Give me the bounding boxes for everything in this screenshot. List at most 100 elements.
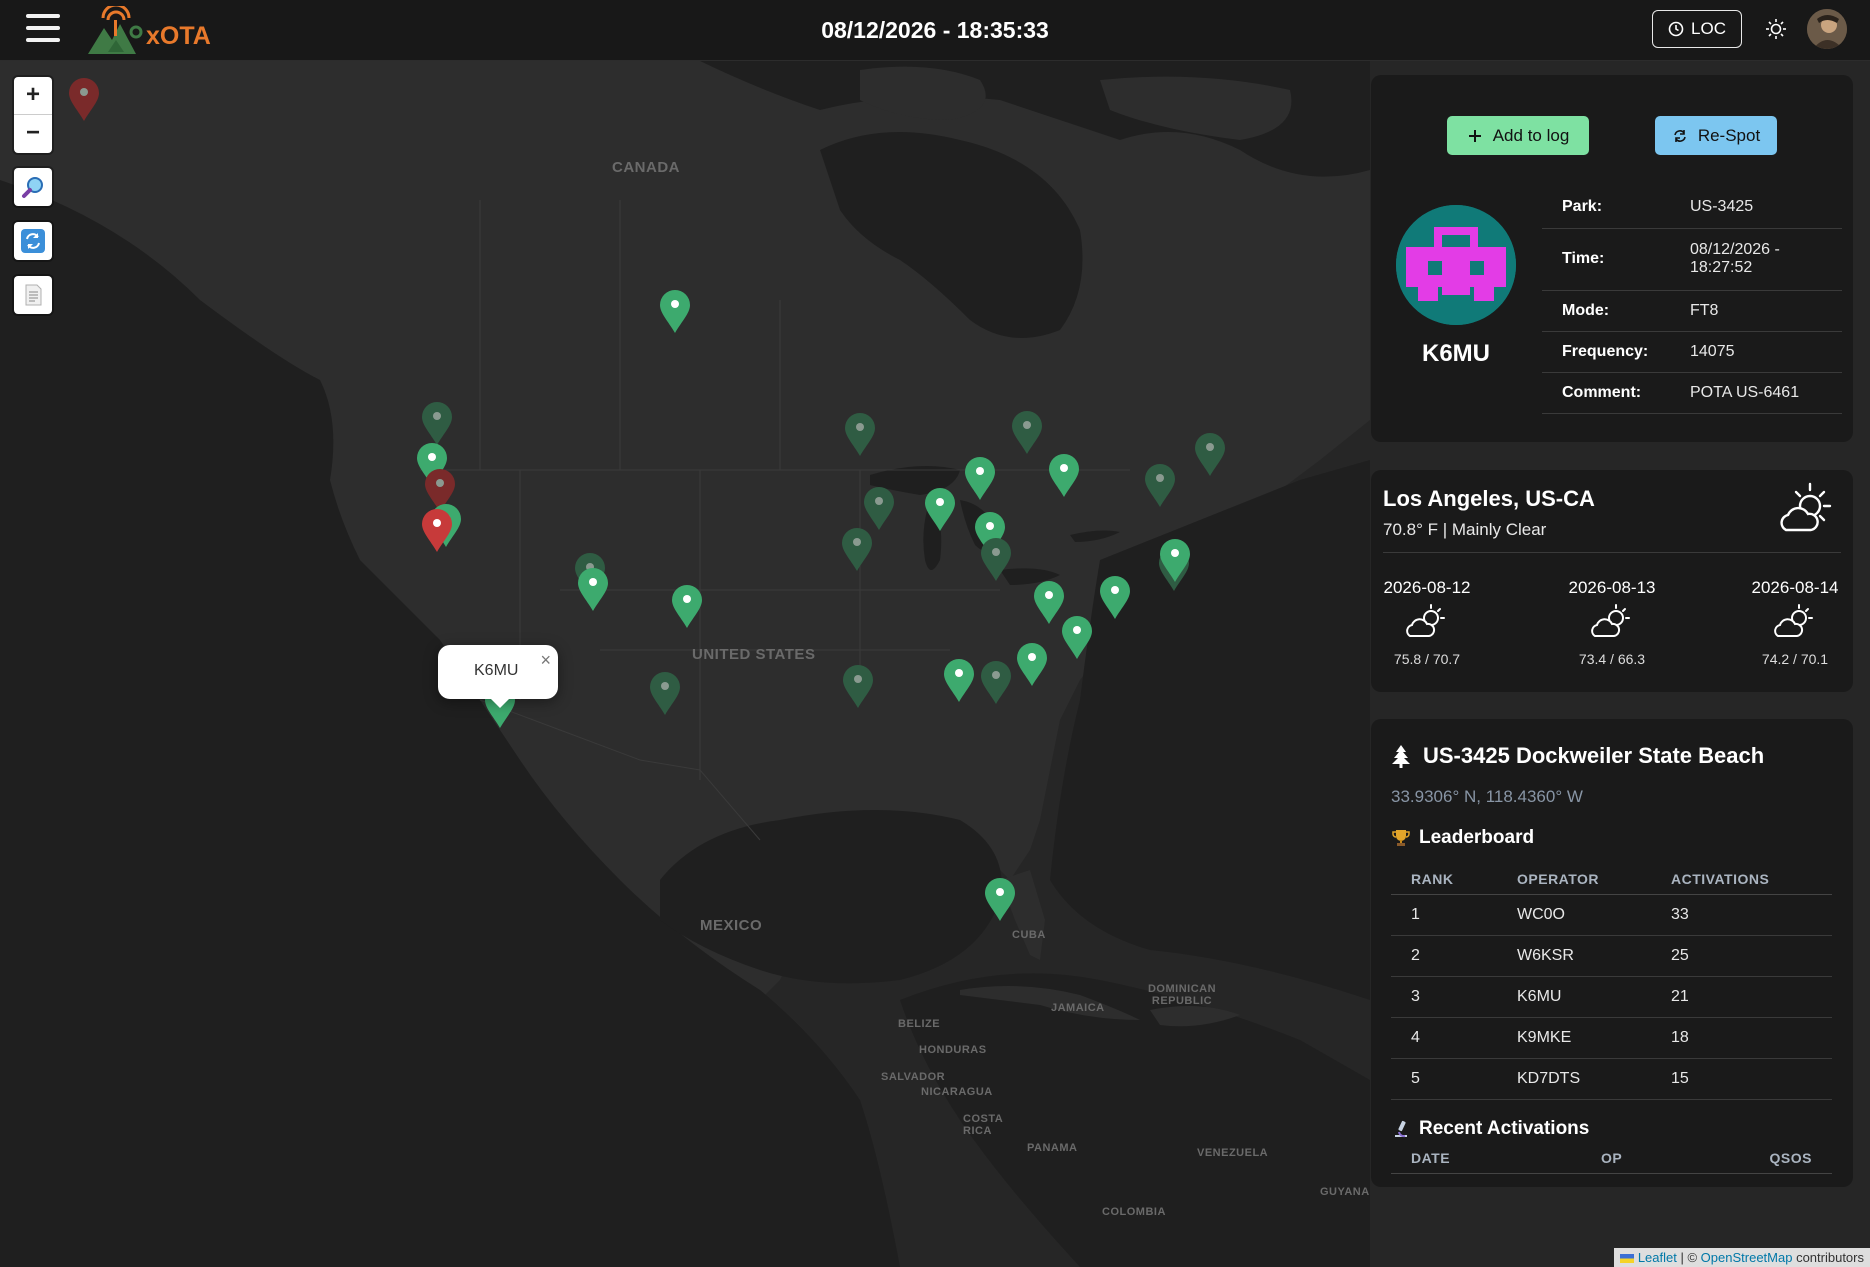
map-pin-icon[interactable] xyxy=(983,877,1017,923)
osm-link[interactable]: OpenStreetMap xyxy=(1701,1250,1793,1265)
park-coords: 33.9306° N, 118.4360° W xyxy=(1391,787,1583,806)
map-pin-icon[interactable] xyxy=(979,660,1013,706)
popup-close-icon[interactable]: × xyxy=(540,650,551,671)
map-pin-icon[interactable] xyxy=(1060,615,1094,661)
refresh-arrows-icon xyxy=(1674,129,1686,142)
info-value: FT8 xyxy=(1672,290,1842,332)
column-header-op: OP xyxy=(1581,1143,1688,1174)
info-key: Time: xyxy=(1542,228,1672,291)
theme-toggle-sun-icon[interactable] xyxy=(1763,16,1789,42)
recent-activations-heading: Recent Activations xyxy=(1391,1118,1589,1140)
column-header-date: DATE xyxy=(1391,1143,1581,1174)
map-pin-icon[interactable] xyxy=(1047,453,1081,499)
attribution-separator: | © xyxy=(1676,1250,1701,1265)
utc-clock: 08/12/2026 - 18:35:33 xyxy=(821,17,1049,43)
loc-button[interactable]: LOC xyxy=(1652,10,1742,48)
map-pin-icon[interactable] xyxy=(979,537,1013,583)
add-to-log-label: Add to log xyxy=(1492,125,1570,145)
activations-cell: 15 xyxy=(1651,1058,1832,1100)
map-pin-icon[interactable] xyxy=(1010,410,1044,456)
column-header-qsos: QSOS xyxy=(1687,1143,1832,1174)
menu-icon[interactable] xyxy=(26,14,60,44)
search-button[interactable] xyxy=(14,168,52,206)
map-pin-icon[interactable] xyxy=(1158,538,1192,584)
info-value: POTA US-6461 xyxy=(1672,372,1842,414)
attribution-suffix: contributors xyxy=(1792,1250,1864,1265)
brand-name: xOTA xyxy=(146,22,211,50)
spot-info-table: Park: US-3425 Time: 08/12/2026 - 18:27:52 … xyxy=(1542,187,1842,414)
map-pin-icon[interactable] xyxy=(1143,463,1177,509)
park-panel: US-3425 Dockweiler State Beach 33.9306° … xyxy=(1371,719,1853,1187)
leaderboard-table: RANK OPERATOR ACTIVATIONS 1 WC0O 33 2 W6KSR… xyxy=(1391,864,1832,1100)
info-value: US-3425 xyxy=(1672,187,1842,229)
log-button[interactable] xyxy=(14,276,52,314)
refresh-button[interactable] xyxy=(14,222,52,260)
operator-cell: W6KSR xyxy=(1497,935,1651,977)
forecast-date: 2026-08-14 xyxy=(1751,578,1839,597)
map-pin-icon[interactable] xyxy=(843,412,877,458)
tree-icon xyxy=(1392,745,1410,768)
forecast-date: 2026-08-13 xyxy=(1568,578,1656,597)
partly-cloudy-icon xyxy=(1774,604,1813,637)
map-pin-icon[interactable] xyxy=(1193,432,1227,478)
table-row: 2 W6KSR 25 xyxy=(1391,935,1832,977)
refresh-icon xyxy=(21,229,45,253)
info-key: Comment: xyxy=(1542,372,1672,414)
trophy-icon xyxy=(1392,830,1410,846)
rank-cell: 2 xyxy=(1391,935,1497,977)
info-row-mode: Mode: FT8 xyxy=(1542,290,1842,332)
map-pin-icon[interactable] xyxy=(963,456,997,502)
forecast-date: 2026-08-12 xyxy=(1383,578,1471,597)
info-row-park: Park: US-3425 xyxy=(1542,187,1842,229)
map-pin-icon[interactable] xyxy=(1015,642,1049,688)
operator-cell: KD7DTS xyxy=(1497,1058,1651,1100)
map-pin-icon[interactable] xyxy=(1098,575,1132,621)
map-pin-icon[interactable] xyxy=(923,487,957,533)
document-icon xyxy=(25,284,42,306)
map-pin-icon[interactable] xyxy=(942,658,976,704)
operator-cell: K6MU xyxy=(1497,976,1651,1018)
popup-callsign: K6MU xyxy=(474,662,519,679)
info-key: Mode: xyxy=(1542,290,1672,332)
magnifier-icon xyxy=(22,177,43,198)
map-attribution: Leaflet | © OpenStreetMap contributors xyxy=(1614,1248,1870,1267)
info-row-time: Time: 08/12/2026 - 18:27:52 xyxy=(1542,228,1842,291)
table-row: 4 K9MKE 18 xyxy=(1391,1017,1832,1059)
rank-cell: 3 xyxy=(1391,976,1497,1018)
zoom-out-button[interactable]: − xyxy=(14,115,52,152)
leaflet-link[interactable]: Leaflet xyxy=(1638,1250,1677,1265)
top-bar: xOTA 08/12/2026 - 18:35:33 LOC xyxy=(0,0,1870,61)
map-pin-icon[interactable] xyxy=(658,289,692,335)
info-key: Frequency: xyxy=(1542,331,1672,373)
respot-button[interactable]: Re-Spot xyxy=(1655,116,1777,155)
map-pin-icon[interactable] xyxy=(840,527,874,573)
rank-cell: 1 xyxy=(1391,894,1497,936)
map-pin-icon[interactable] xyxy=(670,584,704,630)
map-pin-icon[interactable] xyxy=(862,486,896,532)
forecast-temps: 75.8 / 70.7 xyxy=(1393,651,1461,667)
spot-callsign: K6MU xyxy=(1421,340,1490,367)
respot-label: Re-Spot xyxy=(1697,125,1761,145)
partly-cloudy-icon xyxy=(1406,604,1445,637)
map-pin-icon[interactable] xyxy=(648,671,682,717)
zoom-in-button[interactable]: + xyxy=(14,77,52,115)
ukraine-flag-icon xyxy=(1620,1254,1635,1264)
map-pin-icon[interactable] xyxy=(420,401,454,447)
table-row: 1 WC0O 33 xyxy=(1391,894,1832,936)
column-header-rank: RANK xyxy=(1391,864,1497,895)
user-avatar[interactable] xyxy=(1807,9,1847,49)
map-pin-icon[interactable] xyxy=(420,508,454,554)
map-pin-icon[interactable] xyxy=(841,664,875,710)
info-row-comment: Comment: POTA US-6461 xyxy=(1542,372,1842,414)
operator-cell: K9MKE xyxy=(1497,1017,1651,1059)
activations-cell: 21 xyxy=(1651,976,1832,1018)
leaderboard-title: Leaderboard xyxy=(1419,827,1535,848)
add-to-log-button[interactable]: Add to log xyxy=(1447,116,1589,155)
map-pin-icon[interactable] xyxy=(67,77,101,123)
xota-logo[interactable]: xOTA xyxy=(86,3,226,56)
rank-cell: 5 xyxy=(1391,1058,1497,1100)
map-pin-icon[interactable] xyxy=(576,567,610,613)
table-row: 3 K6MU 21 xyxy=(1391,976,1832,1018)
activations-cell: 18 xyxy=(1651,1017,1832,1059)
rank-cell: 4 xyxy=(1391,1017,1497,1059)
